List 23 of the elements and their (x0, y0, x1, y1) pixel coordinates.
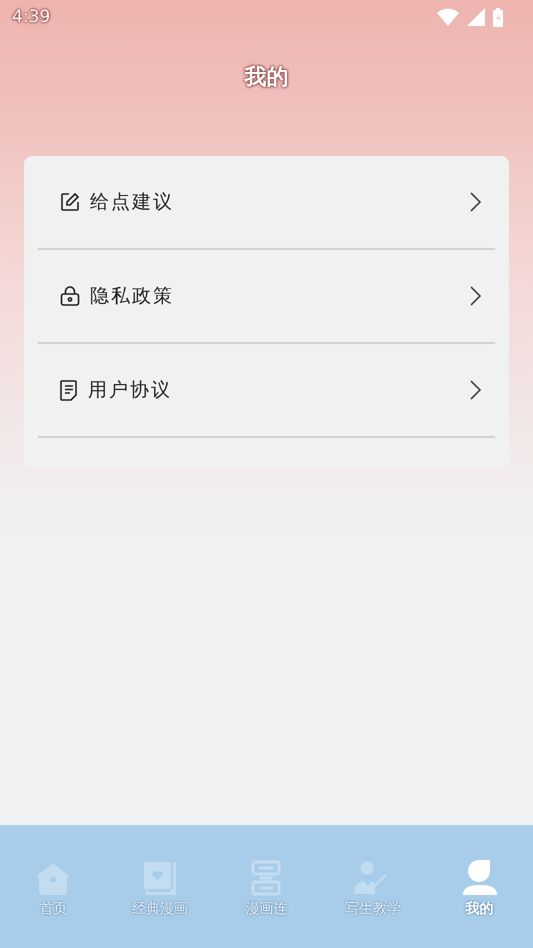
document-icon (60, 380, 78, 400)
tab-item[interactable]: 经典漫画 (106, 825, 214, 948)
menu-item[interactable]: 隐私政策 (38, 250, 495, 344)
status-time: 4:39 (12, 7, 52, 27)
chevron-icon (469, 192, 481, 212)
chevron-icon (469, 380, 481, 400)
book-heart-icon (142, 861, 177, 896)
tab-item[interactable]: 漫画连 (213, 825, 320, 948)
tab-item[interactable]: 写生教学 (320, 825, 426, 948)
tab-item[interactable]: 我的 (426, 825, 533, 948)
battery-icon (493, 8, 503, 26)
home-icon (35, 862, 72, 896)
menu-item[interactable]: 用户协议 (38, 344, 495, 438)
person-icon (462, 859, 498, 896)
page-title: 我的 (244, 64, 288, 92)
wifi-icon (437, 8, 459, 26)
signal-icon (467, 8, 485, 26)
tab-item[interactable]: 首页 (0, 825, 107, 948)
menu-item[interactable]: 给点建议 (38, 156, 495, 250)
lock-icon (60, 286, 80, 306)
panels-icon (251, 860, 282, 896)
chevron-icon (469, 286, 481, 306)
edit-icon (60, 192, 80, 212)
